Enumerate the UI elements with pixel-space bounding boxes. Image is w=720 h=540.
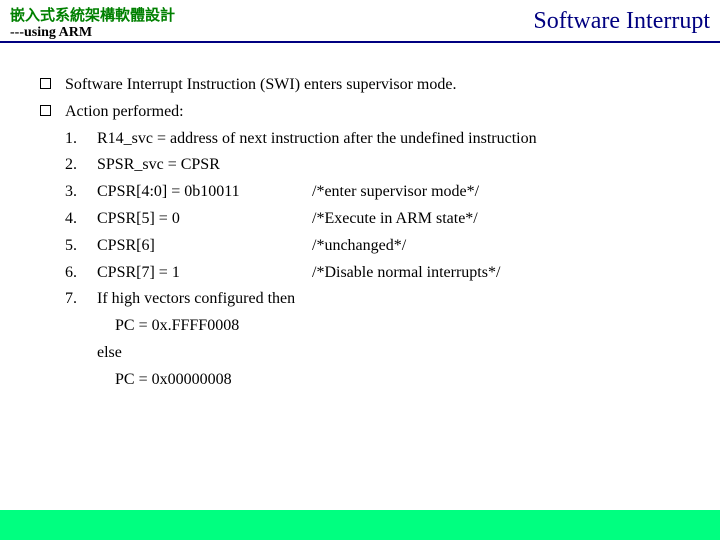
bullet-text: Action performed:: [65, 100, 680, 125]
code-line: else: [97, 341, 680, 366]
header-left: 嵌入式系統架構軟體設計 ---using ARM: [10, 4, 175, 41]
conditional-block: PC = 0x.FFFF0008 else PC = 0x00000008: [40, 314, 680, 392]
list-number: 1.: [65, 127, 97, 152]
list-item: 4. CPSR[5] = 0 /*Execute in ARM state*/: [65, 207, 680, 232]
comment-text: /*Disable normal interrupts*/: [312, 261, 680, 286]
comment-text: /*Execute in ARM state*/: [312, 207, 680, 232]
list-text: SPSR_svc = CPSR: [97, 153, 220, 178]
slide-content: Software Interrupt Instruction (SWI) ent…: [0, 43, 720, 405]
page-title: Software Interrupt: [533, 4, 710, 35]
course-title: 嵌入式系統架構軟體設計: [10, 4, 175, 25]
numbered-list: 1. R14_svc = address of next instruction…: [40, 127, 680, 313]
course-subtitle: ---using ARM: [10, 25, 175, 41]
code-line: PC = 0x.FFFF0008: [97, 314, 680, 339]
list-text: If high vectors configured then: [97, 287, 295, 312]
list-number: 2.: [65, 153, 97, 178]
instruction-text: CPSR[7] = 1: [97, 261, 312, 286]
list-text: R14_svc = address of next instruction af…: [97, 127, 537, 152]
list-item: 7. If high vectors configured then: [65, 287, 680, 312]
list-item: 1. R14_svc = address of next instruction…: [65, 127, 680, 152]
list-item: 5. CPSR[6] /*unchanged*/: [65, 234, 680, 259]
list-item: 6. CPSR[7] = 1 /*Disable normal interrup…: [65, 261, 680, 286]
list-number: 5.: [65, 234, 97, 259]
code-line: PC = 0x00000008: [97, 368, 680, 393]
list-number: 3.: [65, 180, 97, 205]
comment-text: /*enter supervisor mode*/: [312, 180, 680, 205]
list-number: 7.: [65, 287, 97, 312]
instruction-text: CPSR[5] = 0: [97, 207, 312, 232]
list-number: 4.: [65, 207, 97, 232]
bullet-text: Software Interrupt Instruction (SWI) ent…: [65, 73, 680, 98]
instruction-text: CPSR[6]: [97, 234, 312, 259]
list-item: 2. SPSR_svc = CPSR: [65, 153, 680, 178]
comment-text: /*unchanged*/: [312, 234, 680, 259]
list-item: 3. CPSR[4:0] = 0b10011 /*enter superviso…: [65, 180, 680, 205]
square-bullet-icon: [40, 73, 65, 98]
instruction-text: CPSR[4:0] = 0b10011: [97, 180, 312, 205]
slide-footer-bar: [0, 510, 720, 540]
square-bullet-icon: [40, 100, 65, 125]
bullet-item: Software Interrupt Instruction (SWI) ent…: [40, 73, 680, 98]
list-number: 6.: [65, 261, 97, 286]
bullet-item: Action performed:: [40, 100, 680, 125]
slide-header: 嵌入式系統架構軟體設計 ---using ARM Software Interr…: [0, 0, 720, 43]
